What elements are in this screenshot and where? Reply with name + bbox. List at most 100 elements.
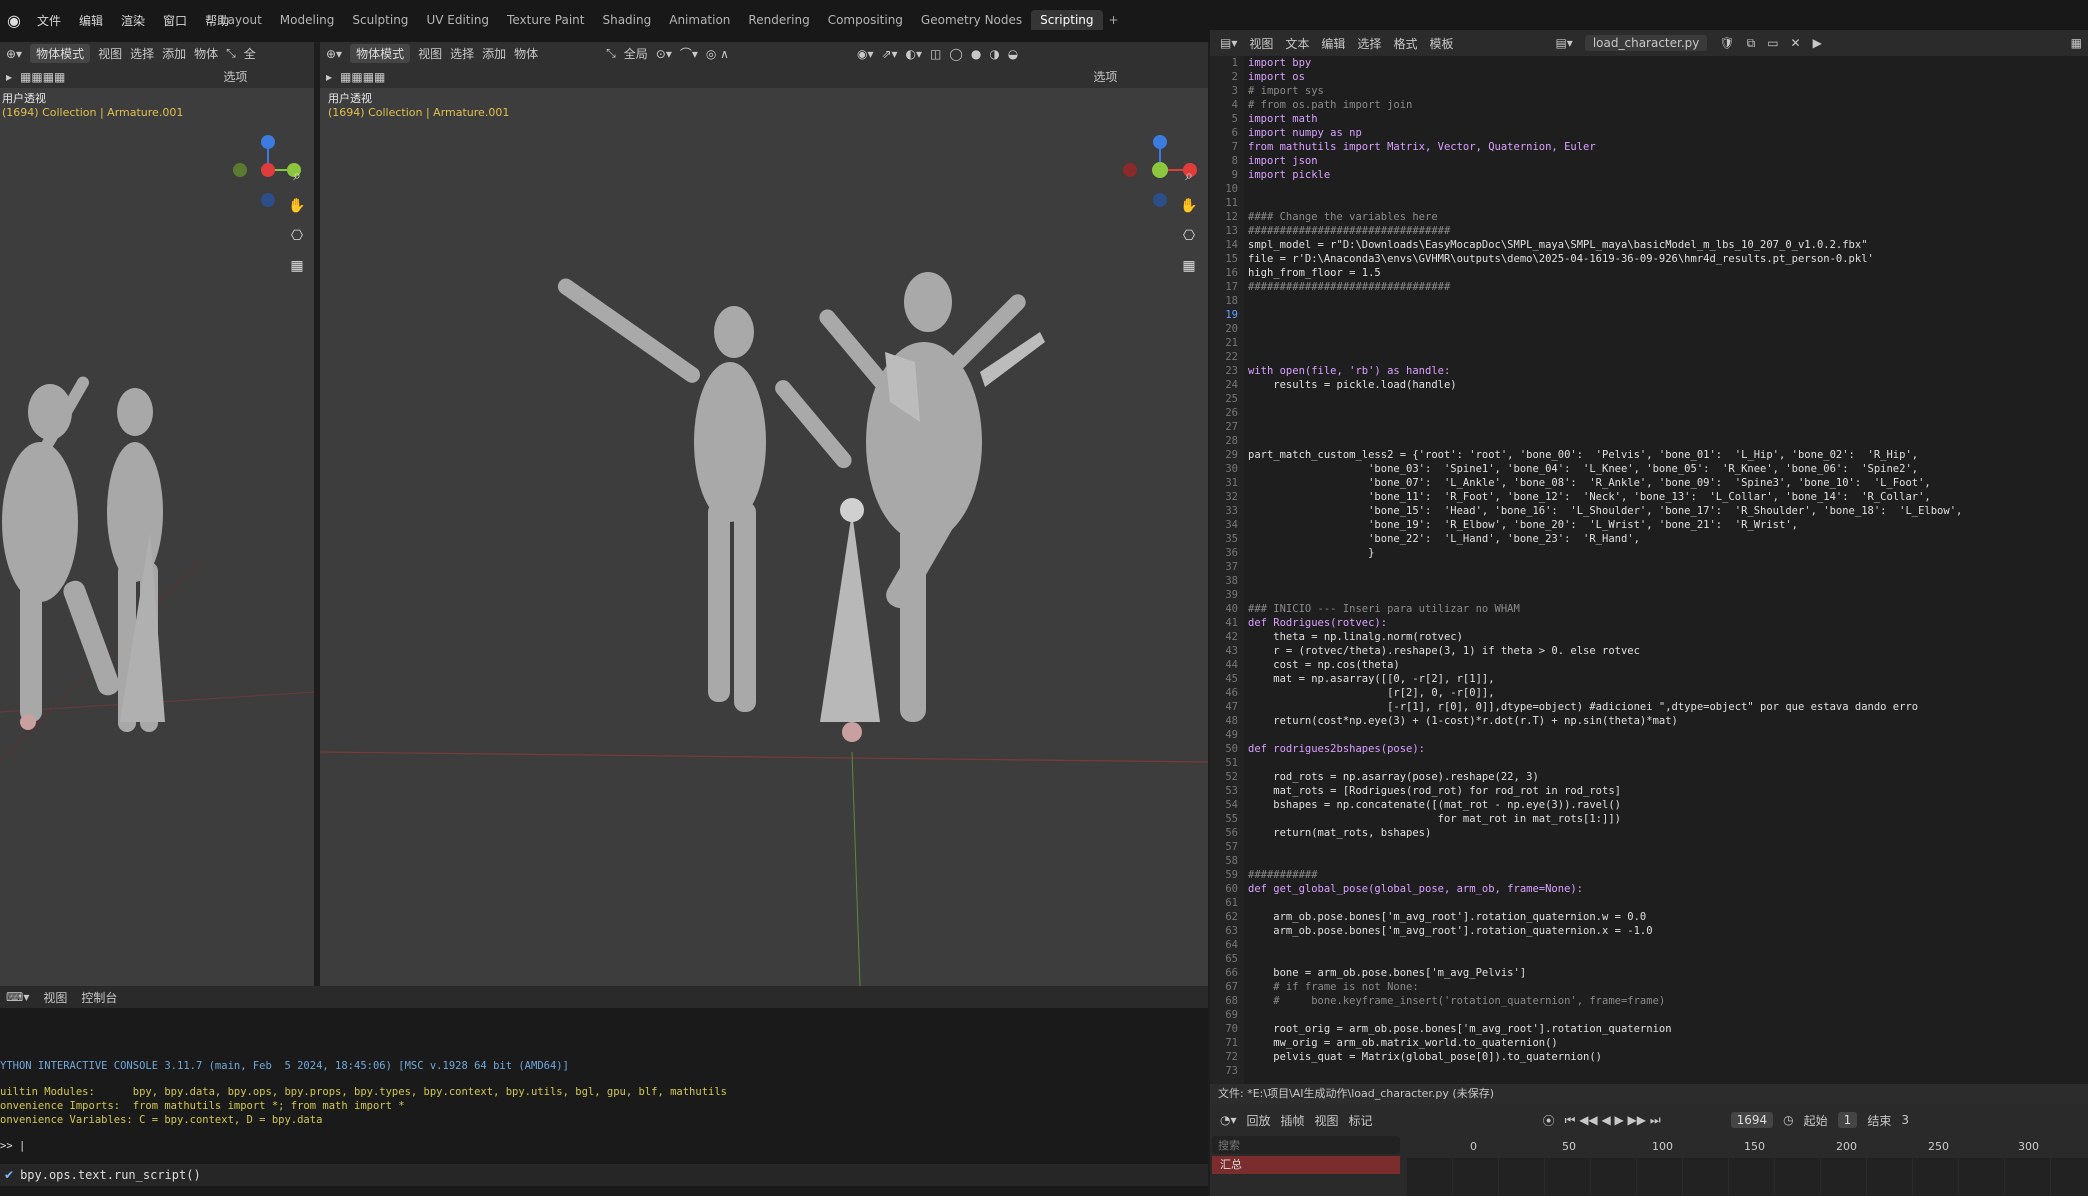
shading-wire-icon[interactable]: ◯ (949, 47, 962, 61)
viewport-main[interactable]: ⊕▾ 物体模式 视图 选择 添加 物体 ⤡ 全局 ⊙▾ ⌒▾ ◎ ∧ ◉▾ ⇗▾… (320, 42, 1208, 986)
code-line[interactable]: bone = arm_ob.pose.bones['m_avg_Pelvis'] (1248, 966, 2088, 980)
code-line[interactable]: #### Change the variables here (1248, 210, 2088, 224)
code-line[interactable]: bshapes = np.concatenate([(mat_rot - np.… (1248, 798, 2088, 812)
code-line[interactable]: mat_rots = [Rodrigues(rod_rot) for rod_r… (1248, 784, 2088, 798)
code-line[interactable] (1248, 350, 2088, 364)
python-console[interactable]: YTHON INTERACTIVE CONSOLE 3.11.7 (main, … (0, 1008, 1208, 1196)
tab-animation[interactable]: Animation (660, 10, 739, 30)
code-line[interactable]: mw_orig = arm_ob.matrix_world.to_quatern… (1248, 1036, 2088, 1050)
editor-type-icon[interactable]: ▤▾ (1220, 36, 1237, 50)
menu-edit[interactable]: 编辑 (70, 12, 112, 29)
tab-layout[interactable]: Layout (212, 10, 271, 30)
menu-format[interactable]: 格式 (1393, 35, 1417, 52)
open-folder-icon[interactable]: ▭ (1767, 36, 1778, 50)
code-line[interactable]: rod_rots = np.asarray(pose).reshape(22, … (1248, 770, 2088, 784)
code-line[interactable]: file = r'D:\Anaconda3\envs\GVHMR\outputs… (1248, 252, 2088, 266)
shading-material-icon[interactable]: ◑ (989, 47, 999, 61)
code-line[interactable] (1248, 322, 2088, 336)
code-line[interactable] (1248, 196, 2088, 210)
code-line[interactable]: ########### (1248, 868, 2088, 882)
code-line[interactable]: import json (1248, 154, 2088, 168)
code-line[interactable]: part_match_custom_less2 = {'root': 'root… (1248, 448, 2088, 462)
code-area[interactable]: import bpy import os # import sys # from os… (1248, 56, 2088, 1104)
gizmo-neg-z[interactable] (1153, 193, 1167, 207)
code-line[interactable]: } (1248, 546, 2088, 560)
code-line[interactable] (1248, 406, 2088, 420)
tab-scripting[interactable]: Scripting (1031, 10, 1103, 30)
menu-select[interactable]: 选择 (1357, 35, 1381, 52)
menu-console[interactable]: 控制台 (81, 989, 117, 1006)
select-tool-icon[interactable]: ▸ (6, 70, 12, 84)
menu-file[interactable]: 文件 (28, 12, 70, 29)
editor-type-icon[interactable]: ⌨▾ (6, 990, 29, 1004)
pan-hand-icon[interactable]: ✋ (286, 198, 308, 220)
code-line[interactable]: import math (1248, 112, 2088, 126)
menu-text[interactable]: 文本 (1285, 35, 1309, 52)
code-line[interactable] (1248, 728, 2088, 742)
code-line[interactable]: 'bone_19': 'R_Elbow', 'bone_20': 'L_Wris… (1248, 518, 2088, 532)
select-tool-icon[interactable]: ▸ (326, 70, 332, 84)
zoom-icon[interactable]: ⌕ (286, 168, 308, 190)
filename-field[interactable]: load_character.py (1584, 35, 1708, 51)
menu-object[interactable]: 物体 (194, 45, 218, 62)
gizmo-y[interactable] (1152, 162, 1168, 178)
code-line[interactable] (1248, 420, 2088, 434)
gizmo-neg-x[interactable] (1123, 163, 1137, 177)
code-line[interactable]: return(cost*np.eye(3) + (1-cost)*r.dot(r… (1248, 714, 2088, 728)
code-line[interactable]: import os (1248, 70, 2088, 84)
code-line[interactable]: smpl_model = r"D:\Downloads\EasyMocapDoc… (1248, 238, 2088, 252)
tab-compositing[interactable]: Compositing (819, 10, 912, 30)
code-line[interactable]: # import sys (1248, 84, 2088, 98)
console-prompt[interactable]: >> | (0, 1140, 25, 1152)
code-line[interactable] (1248, 434, 2088, 448)
gizmo-z[interactable] (1153, 135, 1167, 149)
options-dropdown[interactable]: 选项 (1093, 68, 1117, 85)
menu-object[interactable]: 物体 (514, 45, 538, 62)
code-line[interactable] (1248, 308, 2088, 322)
code-line[interactable]: [-r[1], r[0], 0]],dtype=object) #adicion… (1248, 700, 2088, 714)
gizmo-z[interactable] (261, 135, 275, 149)
menu-add[interactable]: 添加 (482, 45, 506, 62)
overlay-toggle-icon[interactable]: ◐▾ (906, 47, 923, 61)
code-line[interactable]: arm_ob.pose.bones['m_avg_root'].rotation… (1248, 924, 2088, 938)
tab-modeling[interactable]: Modeling (271, 10, 344, 30)
timeline[interactable]: ◔▾ 回放 插帧 视图 标记 ⦿ ⏮ ◀◀ ◀ ▶ ▶▶ ⏭ 1694 ◷ 起始… (1210, 1104, 2088, 1196)
menu-playback[interactable]: 回放 (1247, 1112, 1271, 1129)
code-line[interactable] (1248, 182, 2088, 196)
tab-uv-editing[interactable]: UV Editing (417, 10, 498, 30)
visibility-icon[interactable]: ◉▾ (857, 47, 874, 61)
code-line[interactable] (1248, 896, 2088, 910)
code-line[interactable]: ################################ (1248, 224, 2088, 238)
code-line[interactable] (1248, 952, 2088, 966)
code-line[interactable]: ### INICIO --- Inseri para utilizar no W… (1248, 602, 2088, 616)
fake-user-icon[interactable]: 🛡 (1719, 36, 1734, 50)
code-line[interactable]: mat = np.asarray([[0, -r[2], r[1]], (1248, 672, 2088, 686)
code-line[interactable]: import bpy (1248, 56, 2088, 70)
xray-icon[interactable]: ◫ (930, 47, 941, 61)
blender-logo-icon[interactable]: ◉ (0, 11, 28, 30)
pan-hand-icon[interactable]: ✋ (1178, 198, 1200, 220)
menu-view[interactable]: 视图 (43, 989, 67, 1006)
code-line[interactable] (1248, 840, 2088, 854)
current-frame-field[interactable]: 1694 (1730, 1112, 1774, 1128)
editor-type-icon[interactable]: ◔▾ (1220, 1113, 1237, 1127)
code-line[interactable]: 'bone_15': 'Head', 'bone_16': 'L_Shoulde… (1248, 504, 2088, 518)
playback-controls[interactable]: ⏮ ◀◀ ◀ ▶ ▶▶ ⏭ (1565, 1113, 1661, 1128)
code-line[interactable] (1248, 756, 2088, 770)
code-line[interactable] (1248, 1008, 2088, 1022)
add-workspace-button[interactable]: + (1103, 10, 1125, 30)
menu-templates[interactable]: 模板 (1429, 35, 1453, 52)
snap-icon[interactable]: ⌒▾ (680, 45, 698, 62)
end-frame-field[interactable]: 3 (1901, 1113, 1909, 1127)
menu-render[interactable]: 渲染 (112, 12, 154, 29)
code-line[interactable]: root_orig = arm_ob.pose.bones['m_avg_roo… (1248, 1022, 2088, 1036)
code-line[interactable]: results = pickle.load(handle) (1248, 378, 2088, 392)
zoom-icon[interactable]: ⌕ (1178, 168, 1200, 190)
code-line[interactable]: import pickle (1248, 168, 2088, 182)
code-line[interactable] (1248, 1064, 2088, 1078)
menu-select[interactable]: 选择 (450, 45, 474, 62)
tab-shading[interactable]: Shading (593, 10, 660, 30)
auto-key-icon[interactable]: ⦿ (1543, 1112, 1555, 1129)
code-line[interactable]: 'bone_07': 'L_Ankle', 'bone_08': 'R_Ankl… (1248, 476, 2088, 490)
editor-type-icon[interactable]: ⊕▾ (326, 47, 342, 61)
